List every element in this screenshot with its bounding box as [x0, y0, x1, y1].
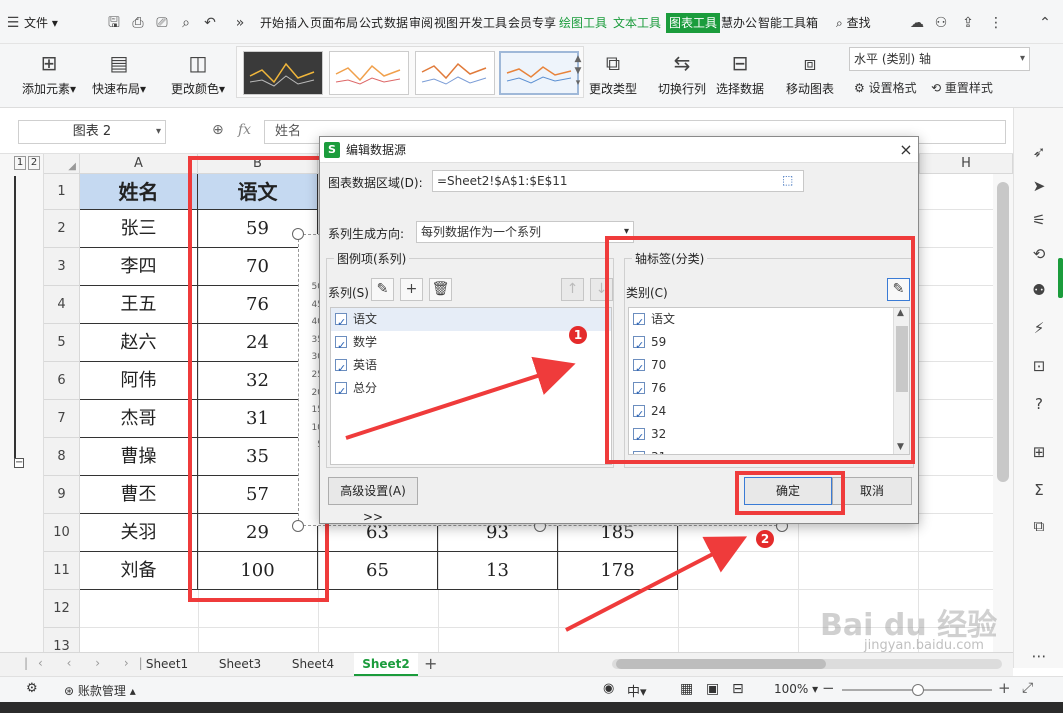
step-badge-2: 2: [756, 530, 774, 548]
arrow-1: [345, 356, 576, 440]
arrow-2: [565, 536, 748, 632]
step-badge-1: 1: [569, 326, 587, 344]
baidu-watermark-url: jingyan.baidu.com: [864, 638, 984, 653]
